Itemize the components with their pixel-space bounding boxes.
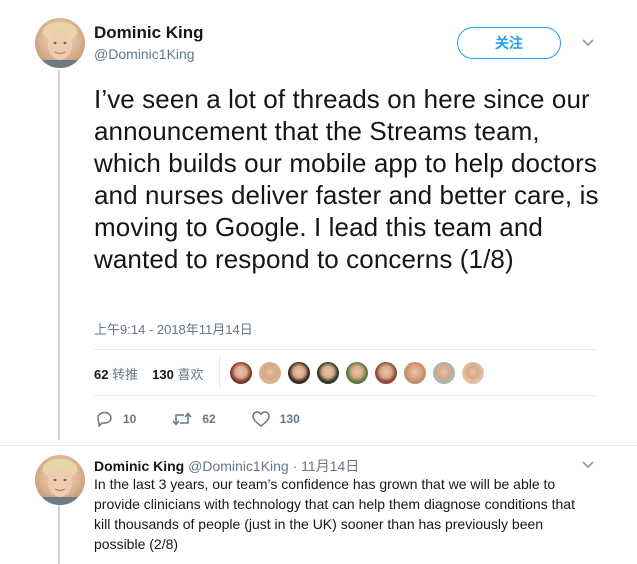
liker-avatar[interactable]: [287, 361, 311, 385]
liker-avatar[interactable]: [432, 361, 456, 385]
liker-avatar[interactable]: [316, 361, 340, 385]
retweet-button[interactable]: 62: [171, 410, 216, 428]
divider: [94, 395, 596, 396]
reply-icon: [97, 411, 112, 427]
like-stat-label: 喜欢: [177, 367, 204, 382]
reply-button[interactable]: 10: [94, 410, 136, 428]
tweet-stats: 62 转推 130 喜欢: [94, 364, 203, 383]
like-button[interactable]: 130: [251, 410, 300, 428]
reply-author-handle[interactable]: @Dominic1King: [188, 458, 289, 474]
tweet-timestamp[interactable]: 上午9:14 - 2018年11月14日: [94, 319, 253, 338]
heart-icon: [251, 411, 270, 427]
thread-connector-line: [58, 70, 60, 440]
avatar[interactable]: [35, 18, 85, 68]
like-stat[interactable]: 130 喜欢: [152, 364, 203, 383]
liker-avatar[interactable]: [403, 361, 427, 385]
reply-count: 10: [123, 412, 137, 426]
stats-divider: [219, 355, 220, 389]
author-name[interactable]: Dominic King: [94, 23, 204, 43]
chevron-down-icon[interactable]: [580, 458, 596, 472]
divider: [0, 445, 637, 446]
thread-connector-line: [58, 505, 60, 564]
retweet-icon: [172, 412, 192, 426]
like-action-count: 130: [279, 412, 300, 426]
follow-button[interactable]: 关注: [457, 27, 561, 59]
liker-avatar[interactable]: [374, 361, 398, 385]
liker-avatar[interactable]: [229, 361, 253, 385]
liker-avatar[interactable]: [345, 361, 369, 385]
retweet-action-count: 62: [202, 412, 216, 426]
retweet-stat-label: 转推: [112, 367, 139, 382]
divider: [94, 349, 596, 350]
reply-text: In the last 3 years, our team’s confiden…: [94, 476, 575, 552]
like-count: 130: [152, 367, 174, 382]
retweet-stat[interactable]: 62 转推: [94, 364, 138, 383]
chevron-down-icon[interactable]: [580, 36, 596, 50]
retweet-count: 62: [94, 367, 109, 382]
tweet-actions: 10 62 130: [94, 410, 335, 428]
liker-avatar[interactable]: [461, 361, 485, 385]
reply-header: Dominic King @Dominic1King · 11月14日: [94, 456, 359, 476]
author-handle[interactable]: @Dominic1King: [94, 46, 195, 62]
reply-author-name[interactable]: Dominic King: [94, 458, 184, 474]
liker-avatar[interactable]: [258, 361, 282, 385]
liker-avatars[interactable]: [229, 361, 490, 385]
avatar[interactable]: [35, 455, 85, 505]
tweet-text: I’ve seen a lot of threads on here since…: [94, 84, 599, 274]
reply-date[interactable]: · 11月14日: [293, 458, 360, 474]
